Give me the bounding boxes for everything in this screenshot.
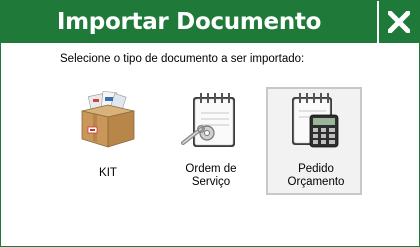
- option-service-order-label-line1: Ordem de: [185, 163, 237, 175]
- service-order-notepad-icon: [181, 93, 235, 147]
- prompt-text: Selecione o tipo de documento a ser impo…: [60, 53, 305, 65]
- close-icon: [388, 11, 410, 33]
- option-budget-order-label-line2: Orçamento: [287, 176, 345, 188]
- import-document-dialog: Importar Documento Selecione o tipo de d…: [0, 0, 420, 247]
- option-kit[interactable]: KIT: [60, 87, 156, 195]
- option-service-order-label-line2: Serviço: [191, 176, 231, 188]
- option-kit-label: KIT: [99, 167, 117, 179]
- package-box-icon: [81, 90, 135, 148]
- option-service-order[interactable]: Ordem de Serviço: [163, 87, 259, 195]
- budget-calculator-notepad-icon: [292, 93, 339, 148]
- option-budget-order[interactable]: Pedido Orçamento: [266, 87, 362, 195]
- option-budget-order-label-line1: Pedido: [298, 163, 334, 175]
- dialog-title: Importar Documento: [56, 9, 322, 35]
- title-bar: Importar Documento: [1, 1, 419, 43]
- close-button[interactable]: [379, 1, 419, 43]
